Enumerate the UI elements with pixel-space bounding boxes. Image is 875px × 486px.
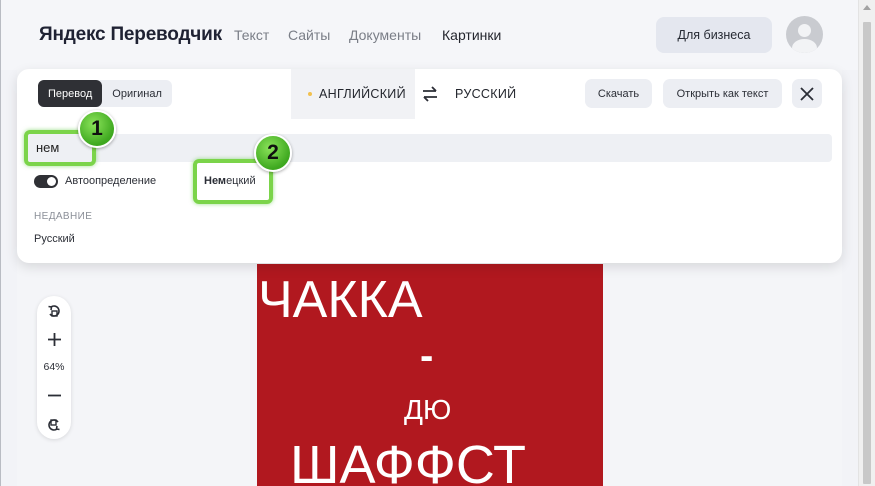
scrollbar-thumb[interactable] xyxy=(863,22,871,484)
app-logo[interactable]: Яндекс Переводчик xyxy=(39,24,222,46)
nav-text[interactable]: Текст xyxy=(234,27,269,43)
autodetect-label: Автоопределение xyxy=(65,175,157,187)
callout-badge-1: 1 xyxy=(78,110,116,148)
zoom-toolbar: 64% xyxy=(37,296,71,439)
recent-header: НЕДАВНИЕ xyxy=(34,211,93,222)
image-text-line-1: ЧАККА xyxy=(258,271,423,329)
tab-translation[interactable]: Перевод xyxy=(38,80,103,107)
language-search-bar xyxy=(26,134,832,162)
open-as-text-button[interactable]: Открыть как текст xyxy=(663,79,782,108)
zoom-in-icon[interactable] xyxy=(37,329,71,349)
business-button[interactable]: Для бизнеса xyxy=(656,17,772,53)
source-language-selector[interactable]: АНГЛИЙСКИЙ xyxy=(291,69,415,119)
active-dot-icon xyxy=(308,92,312,96)
download-button[interactable]: Скачать xyxy=(585,79,652,108)
source-language-label: АНГЛИЙСКИЙ xyxy=(319,87,406,101)
image-text-line-3: ДЮ xyxy=(404,394,452,425)
rotate-right-icon[interactable] xyxy=(37,414,71,434)
zoom-out-icon[interactable] xyxy=(37,385,71,405)
image-text-line-2: - xyxy=(420,334,434,378)
image-text-line-4: ШАФФСТ xyxy=(290,435,527,486)
user-avatar[interactable] xyxy=(786,16,823,53)
target-language-selector[interactable]: РУССКИЙ xyxy=(455,87,516,101)
avatar-head-shape xyxy=(798,24,811,37)
autodetect-toggle[interactable] xyxy=(34,175,58,188)
view-toggle: Перевод Оригинал xyxy=(38,80,172,107)
scroll-up-arrow-icon[interactable] xyxy=(863,5,871,10)
rotate-left-icon[interactable] xyxy=(37,302,71,322)
avatar-body-shape xyxy=(792,39,817,53)
swap-languages-icon[interactable] xyxy=(420,84,440,104)
top-header: Яндекс Переводчик Текст Сайты Документы … xyxy=(1,0,858,70)
zoom-level: 64% xyxy=(43,361,65,373)
translated-image: ЧАККА - ДЮ ШАФФСТ xyxy=(257,264,603,486)
tab-original[interactable]: Оригинал xyxy=(102,80,172,107)
window-border xyxy=(0,0,1,486)
vertical-scrollbar[interactable] xyxy=(858,0,875,486)
translation-panel: Перевод Оригинал АНГЛИЙСКИЙ РУССКИЙ Скач… xyxy=(17,69,842,263)
language-search-input[interactable] xyxy=(36,140,636,155)
callout-badge-2: 2 xyxy=(254,134,292,172)
toggle-knob xyxy=(47,177,56,186)
nav-images[interactable]: Картинки xyxy=(442,27,501,43)
close-icon[interactable] xyxy=(792,79,822,108)
nav-sites[interactable]: Сайты xyxy=(288,27,330,43)
recent-language-item[interactable]: Русский xyxy=(34,233,75,245)
nav-documents[interactable]: Документы xyxy=(349,27,421,43)
